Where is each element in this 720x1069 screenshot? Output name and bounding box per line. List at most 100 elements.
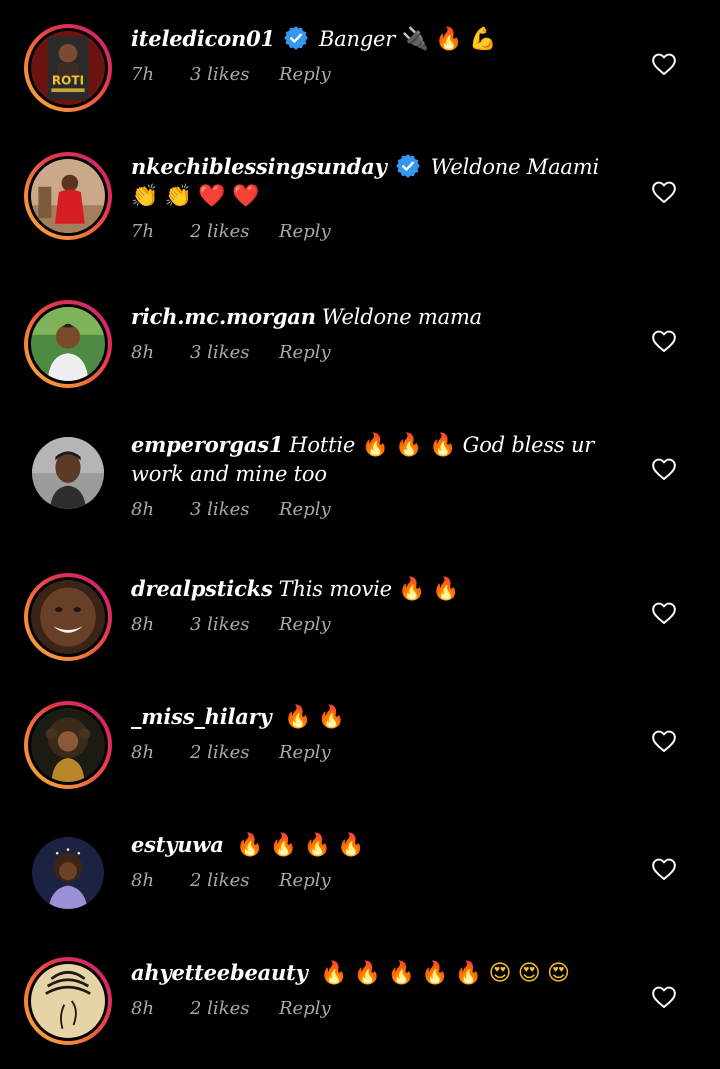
- avatar-story-ring[interactable]: [24, 957, 112, 1045]
- fire-emoji-icon: 🔥: [398, 577, 426, 602]
- fire-emoji-icon: 🔥: [395, 433, 423, 458]
- like-heart-icon[interactable]: [651, 857, 677, 881]
- avatar-story-ring[interactable]: [24, 701, 112, 789]
- reply-button[interactable]: Reply: [279, 997, 331, 1021]
- heart-emoji-icon: ❤️: [232, 184, 260, 209]
- likes-count-link[interactable]: 3 likes: [190, 613, 279, 637]
- like-heart-icon[interactable]: [651, 729, 677, 753]
- avatar[interactable]: [31, 964, 105, 1038]
- like-heart-icon[interactable]: [651, 329, 677, 353]
- avatar[interactable]: [32, 837, 104, 909]
- comment-meta: 8h 3 likes Reply: [131, 613, 626, 637]
- comment-meta: 8h 2 likes Reply: [131, 997, 626, 1021]
- comment-message: Weldone Maami: [430, 155, 600, 179]
- likes-count-link[interactable]: 2 likes: [190, 220, 279, 244]
- verified-badge-icon: [395, 153, 421, 179]
- comment-timestamp: 8h: [131, 998, 155, 1019]
- comment-text: iteledicon01 Banger 🔌 🔥 💪: [131, 24, 626, 54]
- username-link[interactable]: ahyetteebeauty: [131, 960, 308, 985]
- likes-count-link[interactable]: 3 likes: [190, 498, 279, 522]
- comment-meta: 8h 2 likes Reply: [131, 869, 626, 893]
- like-heart-icon[interactable]: [651, 985, 677, 1009]
- comment-text: drealpsticks This movie 🔥 🔥: [131, 574, 626, 604]
- avatar-frame[interactable]: [24, 429, 112, 517]
- reply-button[interactable]: Reply: [279, 613, 331, 637]
- hand-emoji-icon: 👏: [131, 184, 159, 209]
- reply-button[interactable]: Reply: [279, 741, 331, 765]
- fire-emoji-icon: 🔥: [236, 833, 264, 858]
- like-heart-icon[interactable]: [651, 180, 677, 204]
- love-emoji-icon: 😍: [488, 961, 512, 986]
- comment-body: ahyetteebeauty 🔥 🔥 🔥 🔥 🔥 😍 😍 😍 8h 2 likes R…: [131, 958, 626, 1021]
- comment-body: iteledicon01 Banger 🔌 🔥 💪 7h 3 likes Reply: [131, 24, 626, 87]
- fire-emoji-icon: 🔥: [361, 433, 389, 458]
- avatar[interactable]: ROTI: [31, 31, 105, 105]
- comment-timestamp: 8h: [131, 870, 155, 891]
- username-link[interactable]: estyuwa: [131, 832, 224, 857]
- avatar[interactable]: [31, 580, 105, 654]
- username-link[interactable]: iteledicon01: [131, 26, 275, 51]
- comment-message: Hottie: [289, 433, 356, 457]
- avatar[interactable]: [31, 708, 105, 782]
- fire-emoji-icon: 🔥: [269, 833, 298, 858]
- avatar-story-ring[interactable]: [24, 300, 112, 388]
- comment-text: ahyetteebeauty 🔥 🔥 🔥 🔥 🔥 😍 😍 😍: [131, 958, 626, 988]
- comment-text: nkechiblessingsunday Weldone Maami 👏 👏 ❤️…: [131, 152, 626, 211]
- avatar[interactable]: [32, 437, 104, 509]
- comment-text: rich.mc.morgan Weldone mama: [131, 302, 626, 332]
- reply-button[interactable]: Reply: [279, 869, 331, 893]
- reply-button[interactable]: Reply: [279, 63, 331, 87]
- verified-badge-icon: [283, 25, 309, 51]
- comment-body: drealpsticks This movie 🔥 🔥 8h 3 likes Reply: [131, 574, 626, 637]
- comment-body: _miss_hilary 🔥 🔥 8h 2 likes Reply: [131, 702, 626, 765]
- comment-meta: 8h 2 likes Reply: [131, 741, 626, 765]
- reply-button[interactable]: Reply: [279, 220, 331, 244]
- avatar-story-ring[interactable]: [24, 152, 112, 240]
- comment-message: Banger: [318, 27, 396, 51]
- like-heart-icon[interactable]: [651, 457, 677, 481]
- reply-button[interactable]: Reply: [279, 341, 331, 365]
- comment-message: Weldone mama: [321, 305, 482, 329]
- fire-emoji-icon: 🔥: [421, 961, 449, 986]
- plug-emoji-icon: 🔌: [401, 27, 429, 52]
- comment-body: nkechiblessingsunday Weldone Maami 👏 👏 ❤️…: [131, 152, 626, 244]
- likes-count-link[interactable]: 2 likes: [190, 997, 279, 1021]
- fire-emoji-icon: 🔥: [428, 433, 457, 458]
- love-emoji-icon: 😍: [546, 961, 570, 986]
- likes-count-link[interactable]: 2 likes: [190, 869, 279, 893]
- username-link[interactable]: drealpsticks: [131, 576, 273, 601]
- comment-timestamp: 8h: [131, 614, 155, 635]
- comment-body: estyuwa 🔥 🔥 🔥 🔥 8h 2 likes Reply: [131, 830, 626, 893]
- fire-emoji-icon: 🔥: [317, 705, 345, 730]
- avatar[interactable]: [31, 159, 105, 233]
- fire-emoji-icon: 🔥: [320, 961, 348, 986]
- username-link[interactable]: rich.mc.morgan: [131, 304, 316, 329]
- comment-timestamp: 8h: [131, 342, 155, 363]
- username-link[interactable]: _miss_hilary: [131, 704, 272, 729]
- fire-emoji-icon: 🔥: [435, 27, 463, 52]
- avatar[interactable]: [31, 307, 105, 381]
- comment-text: emperorgas1 Hottie 🔥 🔥 🔥 God bless ur wor…: [131, 430, 626, 489]
- comment-meta: 8h 3 likes Reply: [131, 341, 626, 365]
- like-heart-icon[interactable]: [651, 601, 677, 625]
- fire-emoji-icon: 🔥: [303, 833, 331, 858]
- avatar-story-ring[interactable]: [24, 573, 112, 661]
- comment-body: rich.mc.morgan Weldone mama 8h 3 likes Reply: [131, 302, 626, 365]
- username-link[interactable]: nkechiblessingsunday: [131, 154, 387, 179]
- hand-emoji-icon: 👏: [164, 184, 192, 209]
- avatar-story-ring[interactable]: ROTI: [24, 24, 112, 112]
- username-link[interactable]: emperorgas1: [131, 432, 283, 457]
- comment-timestamp: 7h: [131, 221, 155, 242]
- comment-timestamp: 8h: [131, 499, 155, 520]
- fire-emoji-icon: 🔥: [284, 705, 312, 730]
- likes-count-link[interactable]: 3 likes: [190, 63, 279, 87]
- comment-meta: 7h 2 likes Reply: [131, 220, 626, 244]
- fire-emoji-icon: 🔥: [337, 833, 365, 858]
- avatar-frame[interactable]: [24, 829, 112, 917]
- likes-count-link[interactable]: 2 likes: [190, 741, 279, 765]
- hand-emoji-icon: 💪: [468, 27, 497, 52]
- reply-button[interactable]: Reply: [279, 498, 331, 522]
- like-heart-icon[interactable]: [651, 52, 677, 76]
- likes-count-link[interactable]: 3 likes: [190, 341, 279, 365]
- comment-body: emperorgas1 Hottie 🔥 🔥 🔥 God bless ur wor…: [131, 430, 626, 522]
